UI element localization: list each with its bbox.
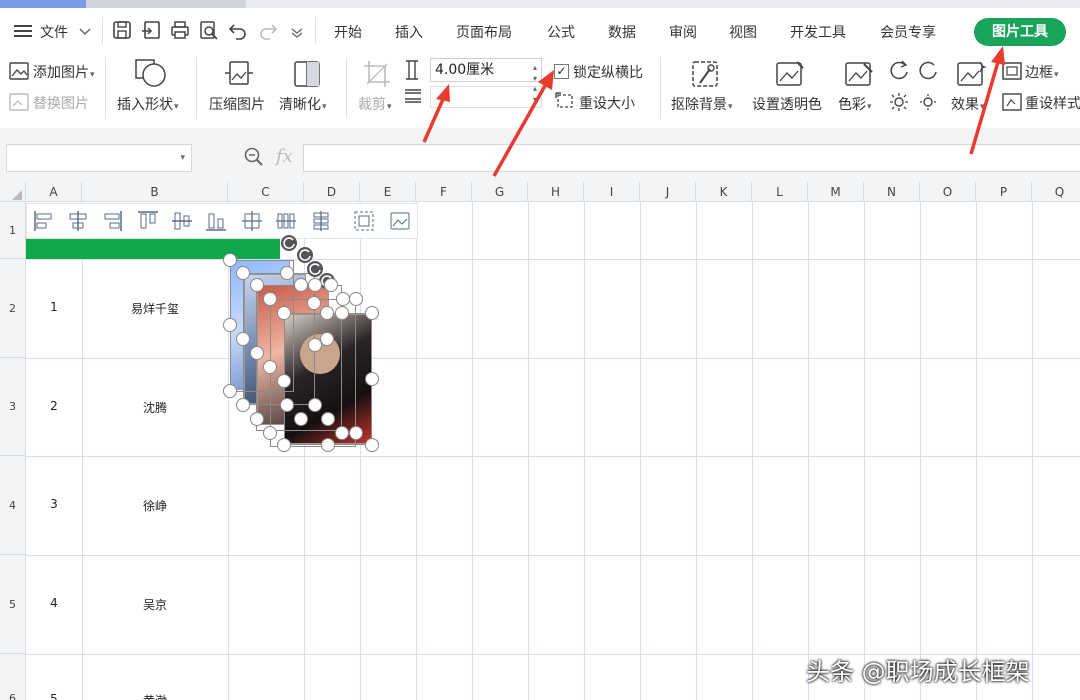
arrow-to-lock-ratio <box>492 70 554 177</box>
watermark: 头条 @职场成长框架 <box>806 658 1030 686</box>
annotation-arrows <box>422 46 1005 177</box>
arrow-to-picture-tools <box>969 46 1005 155</box>
arrow-to-size-input <box>422 84 450 143</box>
